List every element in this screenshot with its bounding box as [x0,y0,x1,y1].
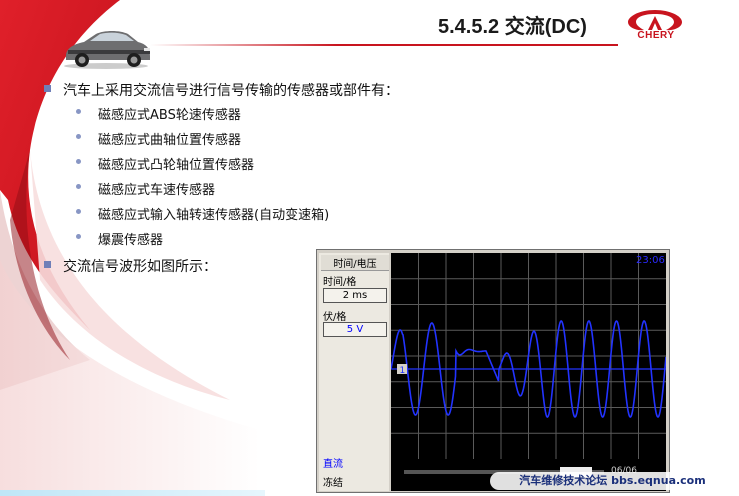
oscilloscope-screen: 1 [390,253,667,459]
dot-bullet-icon [76,134,81,139]
square-bullet-icon [44,261,51,268]
time-per-div-label: 时间/格 [323,277,357,288]
dot-bullet-icon [76,184,81,189]
dot-bullet-icon [76,109,81,114]
freeze-button[interactable]: 冻结 [323,474,343,489]
list-item-text: 磁感应式车速传感器 [98,183,216,198]
waveform-intro-text: 交流信号波形如图所示： [63,259,217,275]
brand-name: CHERY [637,30,675,41]
waveform-plot: 1 [390,253,667,459]
list-item-text: 磁感应式曲轴位置传感器 [98,133,242,148]
volt-per-div-value[interactable]: 5 V [323,322,387,337]
volt-per-div-label: 伏/格 [323,312,347,323]
forum-watermark: 汽车维修技术论坛 bbs.eqnua.com [490,472,735,490]
list-item-text: 磁感应式凸轮轴位置传感器 [98,158,255,173]
channel-marker-label: 1 [400,366,406,376]
dot-bullet-icon [76,159,81,164]
mode-dc-button[interactable]: 直流 [323,455,343,470]
slide-title: 5.4.5.2 交流(DC) [438,16,587,38]
list-item-text: 磁感应式ABS轮速传感器 [98,108,241,123]
car-photo-icon [64,31,150,69]
dot-bullet-icon [76,209,81,214]
title-divider [150,44,618,46]
footer-accent-bar [0,490,265,496]
scope-timestamp: 23:06 [636,255,665,266]
intro-text: 汽车上采用交流信号进行信号传输的传感器或部件有： [63,83,399,99]
scope-header: 时间/电压 [321,255,389,271]
time-per-div-value[interactable]: 2 ms [323,288,387,303]
dot-bullet-icon [76,234,81,239]
square-bullet-icon [44,85,51,92]
list-item-text: 爆震传感器 [98,233,164,248]
list-item-text: 磁感应式输入轴转速传感器(自动变速箱) [98,208,330,223]
